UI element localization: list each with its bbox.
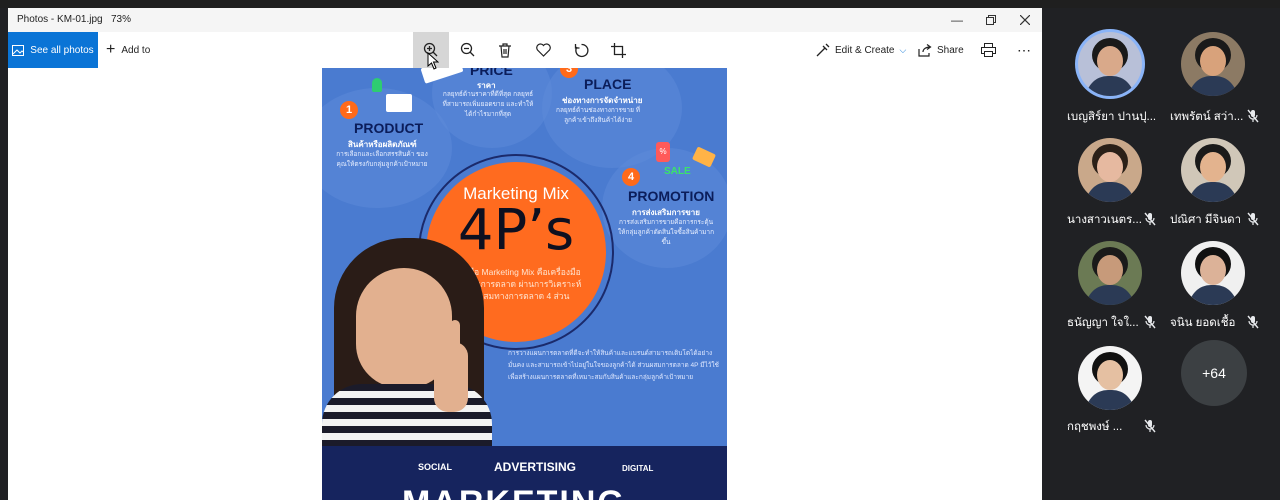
advertising-label: ADVERTISING bbox=[494, 460, 577, 474]
zoom-out-icon bbox=[460, 42, 475, 57]
avatar-body bbox=[1189, 182, 1237, 202]
avatar-body bbox=[1086, 182, 1134, 202]
participant-name: เทพรัตน์ สว่า... bbox=[1170, 111, 1244, 123]
avatar-face bbox=[1097, 255, 1123, 285]
add-to-button[interactable]: + Add to bbox=[106, 32, 150, 68]
edit-create-button[interactable]: Edit & Create ⌵ bbox=[816, 32, 906, 68]
edit-icon bbox=[816, 43, 830, 57]
mic-off-icon bbox=[1144, 212, 1156, 226]
poster-paragraph: การวางแผนการตลาดที่ดีจะทำให้สินค้าและแบร… bbox=[508, 350, 719, 381]
image-viewer[interactable]: PRICE ราคา กลยุทธ์ด้านราคาที่ดีที่สุด กล… bbox=[8, 52, 1042, 500]
top-edge bbox=[0, 0, 1280, 8]
participant-avatar[interactable] bbox=[1078, 346, 1142, 410]
product-title: PRODUCT bbox=[354, 120, 424, 136]
crop-icon bbox=[610, 42, 626, 58]
promotion-title: PROMOTION bbox=[628, 188, 715, 204]
title-bar: Photos - KM-01.jpg 73% — bbox=[8, 8, 1042, 32]
avatar-body bbox=[1086, 390, 1134, 410]
ellipsis-icon: ⋯ bbox=[1017, 41, 1031, 58]
participant-avatar[interactable] bbox=[1181, 138, 1245, 202]
avatar-face bbox=[1097, 360, 1123, 390]
product-boxes-icon bbox=[386, 94, 412, 112]
digital-label: DIGITAL bbox=[622, 464, 654, 473]
mic-off-icon bbox=[1144, 419, 1156, 433]
photos-icon bbox=[12, 44, 25, 56]
favorite-button[interactable] bbox=[525, 32, 561, 68]
restore-icon bbox=[986, 15, 996, 25]
rotate-button[interactable] bbox=[563, 32, 599, 68]
mic-off-icon bbox=[1247, 315, 1259, 329]
percent-tag-icon: % bbox=[656, 142, 670, 162]
command-bar: See all photos + Add to Edit & Create ⌵ bbox=[8, 32, 1042, 68]
price-description: กลยุทธ์ด้านราคาที่ดีที่สุด กลยุทธ์ที่สาม… bbox=[442, 91, 534, 118]
see-all-label: See all photos bbox=[30, 44, 94, 56]
marketing-label: MARKETING bbox=[402, 484, 626, 500]
edit-create-label: Edit & Create bbox=[835, 44, 895, 56]
avatar-face bbox=[1200, 152, 1226, 182]
participants-panel: เบญสิร์ยา ปานปุ... เทพรัตน์ สว่า... นางสาว… bbox=[1045, 8, 1280, 500]
minimize-button[interactable]: — bbox=[940, 8, 974, 32]
avatar-body bbox=[1086, 285, 1134, 305]
trash-icon bbox=[499, 42, 511, 58]
participant-name: ธนัญญา ใจใ... bbox=[1067, 317, 1139, 329]
zoom-out-button[interactable] bbox=[450, 32, 486, 68]
restore-button[interactable] bbox=[974, 8, 1008, 32]
print-button[interactable] bbox=[970, 32, 1006, 68]
window-title: Photos - KM-01.jpg 73% bbox=[17, 14, 131, 25]
pin-icon bbox=[372, 78, 382, 92]
rotate-icon bbox=[574, 43, 589, 57]
zoom-level: 73% bbox=[110, 14, 131, 25]
share-button[interactable]: Share bbox=[918, 32, 964, 68]
delete-button[interactable] bbox=[487, 32, 523, 68]
avatar-body bbox=[1189, 285, 1237, 305]
close-icon bbox=[1020, 15, 1030, 25]
product-number: 1 bbox=[340, 101, 358, 119]
participant-name: จนิน ยอดเชื้อ bbox=[1170, 317, 1236, 329]
mic-off-icon bbox=[1247, 109, 1259, 123]
add-to-label: Add to bbox=[121, 44, 151, 56]
avatar-face bbox=[1200, 46, 1226, 76]
participant-avatar[interactable] bbox=[1181, 241, 1245, 305]
participant-avatar[interactable] bbox=[1078, 138, 1142, 202]
avatar-face bbox=[1200, 255, 1226, 285]
social-label: SOCIAL bbox=[418, 462, 453, 472]
share-label: Share bbox=[937, 44, 964, 56]
avatar-body bbox=[1189, 76, 1237, 96]
avatar-body bbox=[1086, 76, 1134, 96]
printer-icon bbox=[980, 43, 996, 57]
sale-badge: SALE bbox=[664, 166, 691, 177]
pointing-finger bbox=[450, 320, 460, 354]
participant-avatar[interactable] bbox=[1181, 32, 1245, 96]
mic-off-icon bbox=[1247, 212, 1259, 226]
participant-name: นางสาวเนตร... bbox=[1067, 214, 1142, 226]
place-title: PLACE bbox=[584, 76, 632, 92]
place-description: กลยุทธ์ด้านช่องทางการขาย ที่ลูกค้าเข้าถึ… bbox=[556, 107, 640, 124]
participant-avatar[interactable] bbox=[1078, 32, 1142, 96]
participant-name: เบญสิร์ยา ปานปุ... bbox=[1067, 111, 1157, 123]
more-options-button[interactable]: ⋯ bbox=[1006, 32, 1042, 68]
participant-name: กฤชพงษ์ ... bbox=[1067, 421, 1123, 433]
heart-icon bbox=[535, 43, 551, 57]
product-description: การเลือกและเลือกสรรสินค้า ของคุณให้ตรงกั… bbox=[336, 151, 428, 168]
chevron-down-icon: ⌵ bbox=[899, 44, 907, 55]
poster-image: PRICE ราคา กลยุทธ์ด้านราคาที่ดีที่สุด กล… bbox=[322, 68, 727, 500]
plus-icon: + bbox=[106, 41, 116, 58]
price-title: PRICE bbox=[470, 68, 513, 78]
photos-window: Photos - KM-01.jpg 73% — See all photos … bbox=[8, 8, 1042, 500]
more-participants-button[interactable]: +64 bbox=[1181, 340, 1247, 406]
share-icon bbox=[918, 43, 932, 57]
promotion-number: 4 bbox=[622, 168, 640, 186]
participant-name: ปณิศา มีจินดา bbox=[1170, 214, 1242, 226]
participant-avatar[interactable] bbox=[1078, 241, 1142, 305]
avatar-face bbox=[1097, 46, 1123, 76]
close-button[interactable] bbox=[1008, 8, 1042, 32]
promotion-description: การส่งเสริมการขายคือการกระตุ้นให้กลุ่มลู… bbox=[618, 219, 715, 246]
mic-off-icon bbox=[1144, 315, 1156, 329]
crop-button[interactable] bbox=[600, 32, 636, 68]
avatar-face bbox=[1097, 152, 1123, 182]
mouse-cursor-icon bbox=[427, 52, 439, 70]
see-all-photos-button[interactable]: See all photos bbox=[8, 32, 98, 68]
minimize-icon: — bbox=[951, 13, 963, 27]
